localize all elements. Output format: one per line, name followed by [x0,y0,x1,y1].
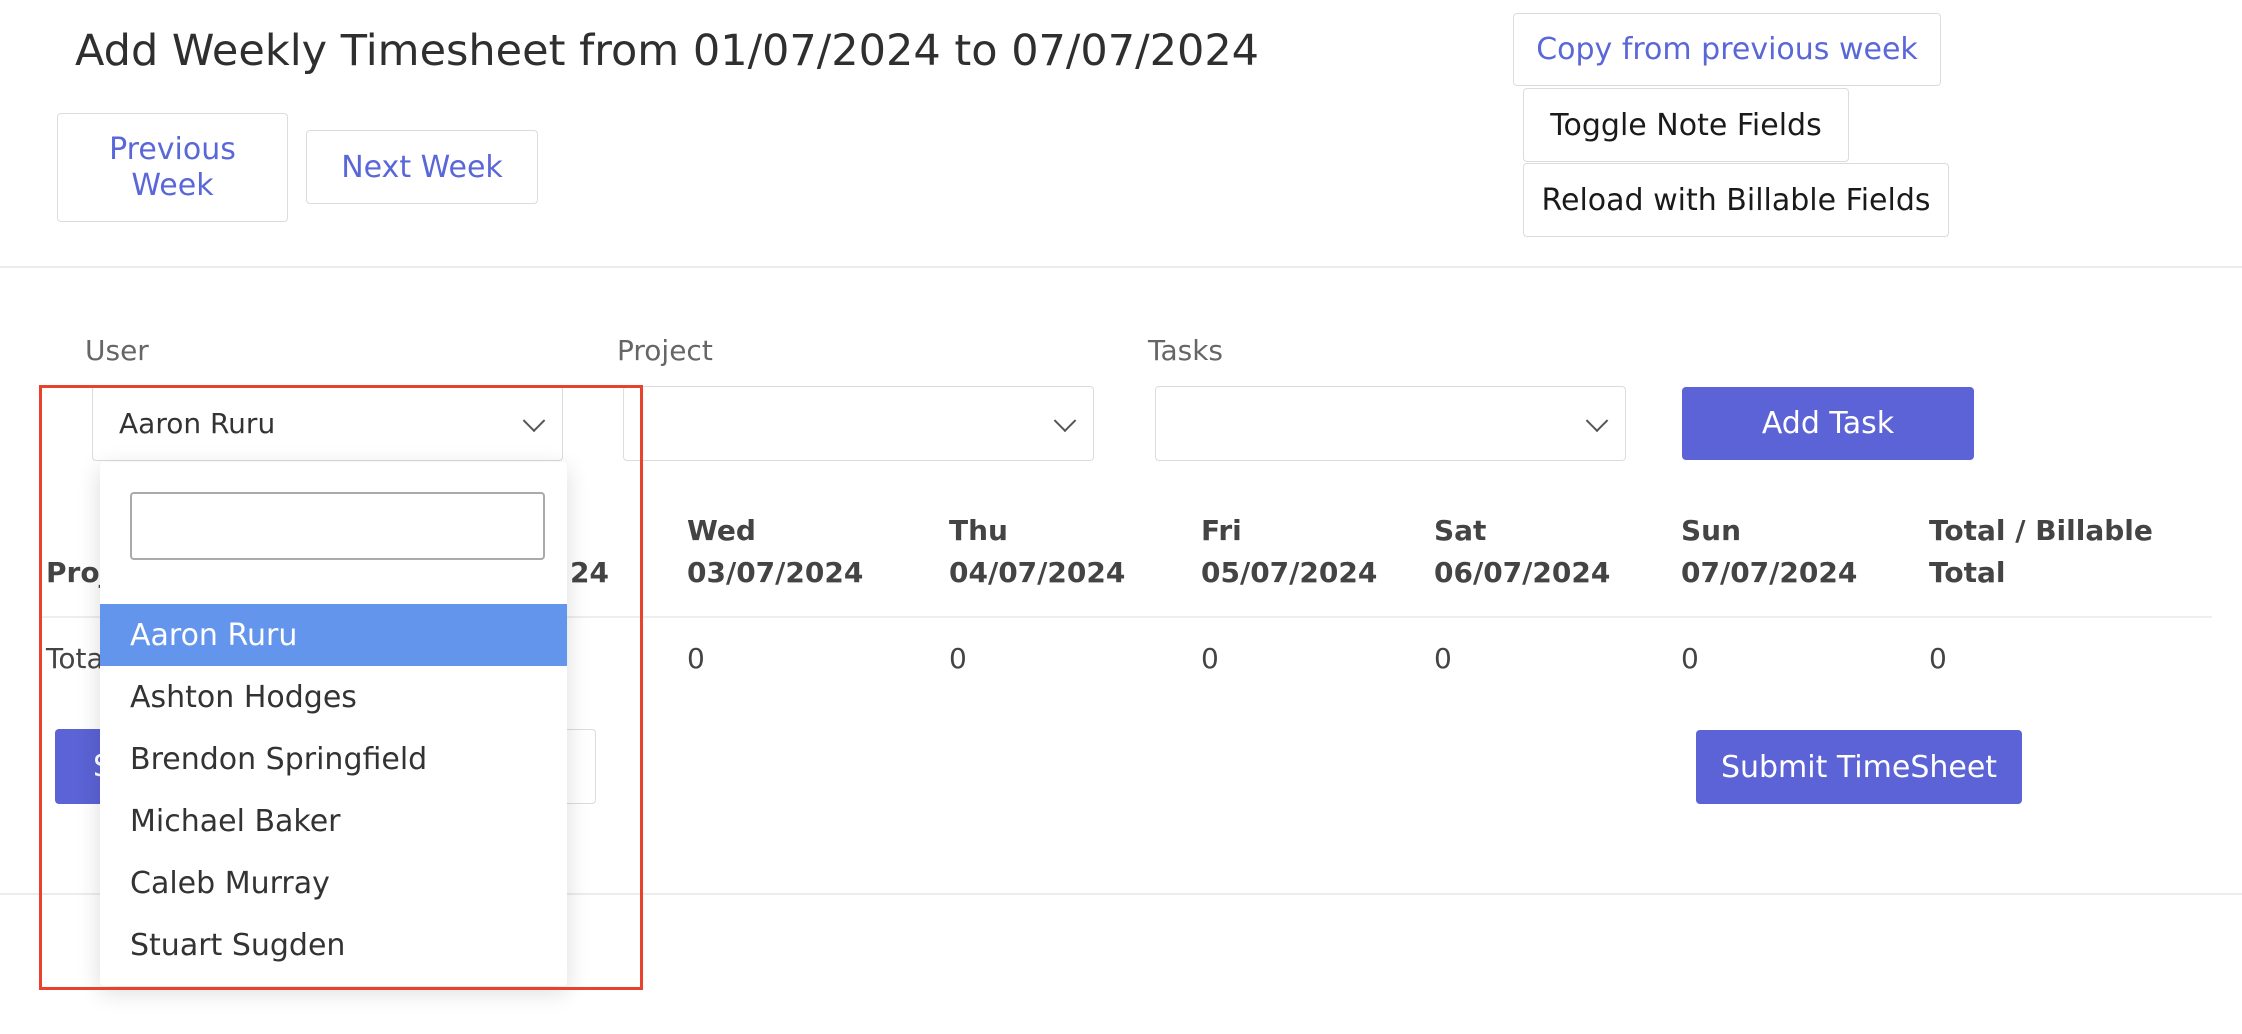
project-select[interactable] [623,386,1094,461]
add-task-button[interactable]: Add Task [1682,387,1974,460]
total-cell: 0 [1681,642,1699,675]
highlight-box [39,385,643,990]
total-cell: 0 [687,642,705,675]
chevron-down-icon [1053,408,1077,432]
column-header-sun: Sun 07/07/2024 [1681,510,1857,594]
column-day: Sat [1434,514,1487,547]
column-header-sat: Sat 06/07/2024 [1434,510,1610,594]
tasks-label: Tasks [1148,334,1224,367]
user-label: User [85,334,149,367]
total-cell: 0 [1434,642,1452,675]
reload-billable-fields-button[interactable]: Reload with Billable Fields [1523,163,1949,237]
column-date: 04/07/2024 [949,556,1126,589]
tasks-select[interactable] [1155,386,1626,461]
column-day: Thu [949,514,1008,547]
column-date: 06/07/2024 [1434,556,1611,589]
column-day: Fri [1201,514,1242,547]
previous-week-button[interactable]: Previous Week [57,113,288,222]
header-divider [0,266,2242,268]
column-day: Wed [687,514,756,547]
column-date: 05/07/2024 [1201,556,1378,589]
copy-previous-week-button[interactable]: Copy from previous week [1513,13,1941,86]
column-date: Total [1929,556,2006,589]
column-header-fri: Fri 05/07/2024 [1201,510,1377,594]
total-cell: 0 [949,642,967,675]
page-title: Add Weekly Timesheet from 01/07/2024 to … [75,26,1260,76]
column-header-total: Total / Billable Total [1929,510,2153,594]
total-cell: 0 [1929,642,1947,675]
column-day: Sun [1681,514,1742,547]
project-label: Project [617,334,713,367]
column-header-thu: Thu 04/07/2024 [949,510,1125,594]
column-day: Total / Billable [1929,514,2153,547]
column-header-wed: Wed 03/07/2024 [687,510,863,594]
toggle-note-fields-button[interactable]: Toggle Note Fields [1523,88,1849,162]
next-week-button[interactable]: Next Week [306,130,538,204]
submit-timesheet-button[interactable]: Submit TimeSheet [1696,730,2022,804]
total-cell: 0 [1201,642,1219,675]
chevron-down-icon [1585,408,1609,432]
column-date: 03/07/2024 [687,556,864,589]
column-date: 07/07/2024 [1681,556,1858,589]
